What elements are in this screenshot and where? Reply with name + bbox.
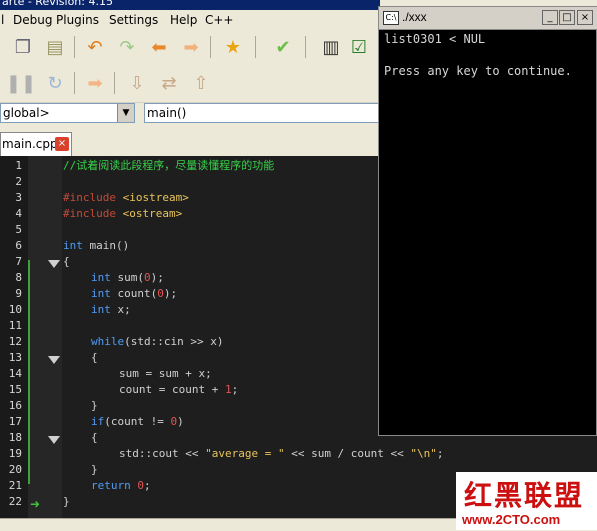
bookmark-star-icon[interactable]: ★: [220, 34, 246, 60]
current-line-arrow-icon: ➜: [30, 497, 41, 511]
console-output-line: list0301 < NUL: [384, 32, 486, 46]
tab-label: main.cpp: [2, 137, 58, 151]
menu-settings[interactable]: Settings: [109, 13, 158, 27]
check-icon[interactable]: ✔: [270, 34, 296, 60]
watermark-url: www.2CTO.com: [462, 512, 561, 527]
console-app-icon: C:\: [383, 11, 399, 25]
chevron-down-icon[interactable]: ▼: [117, 104, 134, 122]
console-titlebar[interactable]: C:\ ./xxx _ □ ×: [379, 7, 597, 30]
minimize-icon[interactable]: _: [542, 10, 558, 25]
watermark-logo-text: 红黑联盟: [464, 479, 585, 512]
menu-debug[interactable]: Debug: [13, 13, 52, 27]
menu-bar: l Debug Plugins Settings Help C++: [0, 10, 380, 30]
code-line: 19 std::cout << "average = " << sum / cou…: [8, 447, 444, 460]
paste-icon[interactable]: ▤: [42, 34, 68, 60]
debug-toolbar: ❚❚ ↻ ➡ ⇩ ⇄ ⇧: [0, 66, 380, 103]
fold-toggle-icon[interactable]: [48, 356, 60, 364]
main-toolbar: ❐ ▤ ↶ ↷ ⬅ ➡ ★ ✔ ▥ ☑: [0, 30, 380, 67]
scope-select[interactable]: global> ▼: [0, 103, 135, 123]
function-value: main(): [147, 106, 187, 120]
step-into-icon[interactable]: ⇩: [124, 70, 150, 96]
scope-value: global>: [3, 106, 50, 120]
pause-icon[interactable]: ❚❚: [6, 70, 36, 96]
restart-icon[interactable]: ↻: [42, 70, 68, 96]
ide-title: arte - Revision: 4.15: [2, 0, 113, 8]
toolbar-separator: [74, 36, 75, 58]
site-watermark: 红黑联盟 www.2CTO.com: [456, 472, 597, 530]
tab-main-cpp[interactable]: main.cpp ×: [0, 132, 72, 156]
toolbar-separator: [255, 36, 256, 58]
undo-icon[interactable]: ↶: [82, 34, 108, 60]
toolbar-separator: [114, 72, 115, 94]
forward-icon[interactable]: ➡: [178, 34, 204, 60]
console-output-line: Press any key to continue.: [384, 64, 572, 78]
menu-plugins[interactable]: Plugins: [56, 13, 99, 27]
close-icon[interactable]: ×: [577, 10, 593, 25]
copy-icon[interactable]: ❐: [10, 34, 36, 60]
compile-icon[interactable]: ▥: [318, 34, 344, 60]
toolbar-separator: [210, 36, 211, 58]
menu-left-fragment[interactable]: l: [1, 13, 4, 27]
step-out-icon[interactable]: ⇧: [188, 70, 214, 96]
console-title: ./xxx: [402, 10, 427, 24]
toolbar-separator: [305, 36, 306, 58]
ide-titlebar: arte - Revision: 4.15: [0, 0, 380, 10]
step-over-icon[interactable]: ⇄: [156, 70, 182, 96]
redo-icon[interactable]: ↷: [114, 34, 140, 60]
run-arrow-icon[interactable]: ➡: [82, 70, 108, 96]
build-icon[interactable]: ☑: [346, 34, 372, 60]
console-window[interactable]: C:\ ./xxx _ □ × list0301 < NUL Press any…: [378, 6, 597, 436]
toolbar-separator: [74, 72, 75, 94]
editor-tabs: main.cpp ×: [0, 130, 380, 156]
menu-help[interactable]: Help: [170, 13, 197, 27]
function-select[interactable]: main(): [144, 103, 380, 123]
close-icon[interactable]: ×: [55, 137, 69, 151]
menu-cpp[interactable]: C++: [205, 13, 234, 27]
fold-toggle-icon[interactable]: [48, 436, 60, 444]
maximize-icon[interactable]: □: [559, 10, 575, 25]
fold-toggle-icon[interactable]: [48, 260, 60, 268]
back-icon[interactable]: ⬅: [146, 34, 172, 60]
